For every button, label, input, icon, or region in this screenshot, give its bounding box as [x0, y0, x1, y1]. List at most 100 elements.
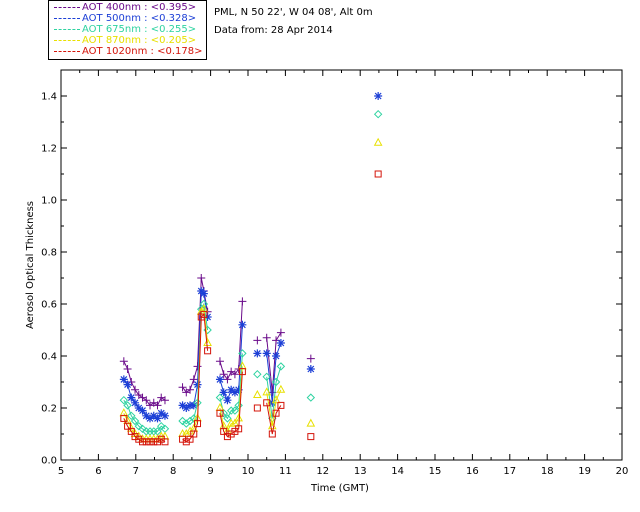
legend-label: AOT 1020nm : <0.178>: [82, 46, 203, 57]
y-tick-label: 0.6: [41, 300, 57, 311]
data-point-plus: [306, 354, 315, 363]
data-point-plus: [219, 370, 228, 379]
x-tick-label: 12: [316, 466, 329, 477]
legend-swatch: [54, 18, 80, 19]
data-point-plus: [119, 357, 128, 366]
data-point-plus: [223, 375, 232, 384]
data-point-square: [253, 404, 261, 412]
y-tick-label: 0.8: [41, 248, 57, 259]
legend-swatch: [54, 51, 80, 52]
data-point-triangle: [119, 408, 129, 417]
data-point-triangle: [253, 389, 262, 398]
x-axis-label: Time (GMT): [310, 483, 369, 494]
data-point-plus: [178, 383, 187, 392]
legend-label: AOT 400nm : <0.395>: [82, 2, 197, 13]
y-tick-label: 1.4: [41, 92, 57, 103]
data-point-plus: [238, 297, 247, 306]
x-tick-label: 14: [391, 466, 404, 477]
legend-item-400nm: AOT 400nm : <0.395>: [49, 2, 206, 13]
legend-item-1020nm: AOT 1020nm : <0.178>: [49, 46, 206, 57]
series-line: [182, 313, 209, 443]
data-point-diamond: [276, 362, 286, 371]
legend-swatch: [54, 7, 80, 8]
series-0: [119, 274, 315, 410]
x-tick-label: 8: [170, 466, 176, 477]
data-point-diamond: [253, 369, 262, 379]
x-tick-label: 15: [429, 466, 442, 477]
legend-swatch: [54, 29, 80, 30]
y-tick-label: 1.0: [41, 196, 57, 207]
data-point-triangle: [276, 384, 286, 393]
x-tick-label: 17: [503, 466, 516, 477]
plot-frame: [60, 69, 623, 461]
data-point-plus: [131, 385, 140, 394]
data-point-asterisk: [223, 396, 232, 405]
legend: AOT 400nm : <0.395> AOT 500nm : <0.328> …: [48, 0, 207, 60]
data-point-asterisk: [253, 349, 262, 358]
y-tick-label: 0.4: [41, 352, 57, 363]
legend-label: AOT 675nm : <0.255>: [82, 24, 197, 35]
data-point-plus: [215, 357, 224, 366]
legend-label: AOT 500nm : <0.328>: [82, 13, 197, 24]
data-point-square: [277, 401, 285, 409]
data-point-asterisk: [131, 398, 140, 407]
series-2: [119, 109, 383, 436]
data-point-plus: [253, 336, 262, 345]
series-3: [119, 137, 383, 443]
legend-swatch: [54, 40, 80, 41]
data-point-asterisk: [215, 375, 224, 384]
data-point-asterisk: [138, 406, 147, 415]
aot-chart: 5 6 7 8 9 10 11 12 13 14 15 16 17 18 19 20 0.0 0.2 0.4 0.6 0…: [25, 69, 629, 494]
x-tick-label: 16: [466, 466, 479, 477]
data-point-asterisk: [272, 352, 281, 360]
data-point-plus: [123, 365, 132, 373]
data-point-asterisk: [199, 289, 208, 298]
data-point-asterisk: [153, 414, 162, 423]
data-point-triangle: [306, 418, 316, 427]
data-point-diamond: [373, 109, 383, 119]
site-location: PML, N 50 22', W 04 08', Alt 0m: [214, 7, 373, 18]
data-point-square: [374, 170, 382, 178]
legend-item-675nm: AOT 675nm : <0.255>: [49, 24, 206, 35]
y-axis-label: Aerosol Optical Thickness: [25, 201, 36, 329]
legend-label: AOT 870nm : <0.205>: [82, 35, 197, 46]
data-point-asterisk: [193, 380, 202, 389]
x-tick-label: 7: [133, 466, 139, 477]
data-point-plus: [262, 333, 271, 342]
series-line: [182, 308, 209, 435]
x-tick-label: 6: [95, 466, 101, 477]
data-point-plus: [276, 328, 285, 337]
data-point-triangle: [373, 137, 383, 146]
x-tick-label: 20: [616, 466, 629, 477]
y-tick-label: 0.0: [41, 456, 57, 467]
data-point-asterisk: [127, 393, 136, 402]
x-tick-label: 11: [279, 466, 292, 477]
legend-item-870nm: AOT 870nm : <0.205>: [49, 35, 206, 46]
x-tick-label: 19: [578, 466, 591, 477]
data-date: Data from: 28 Apr 2014: [214, 25, 333, 36]
data-point-asterisk: [160, 411, 169, 420]
data-point-asterisk: [123, 380, 132, 389]
series-layer: [119, 92, 383, 446]
axes: 5 6 7 8 9 10 11 12 13 14 15 16 17 18 19 20 0.0 0.2 0.4 0.6 0…: [41, 69, 629, 477]
x-tick-label: 10: [242, 466, 255, 477]
series-4: [120, 170, 382, 446]
y-tick-label: 1.2: [41, 144, 57, 155]
legend-item-500nm: AOT 500nm : <0.328>: [49, 13, 206, 24]
series-1: [119, 92, 383, 423]
data-point-asterisk: [238, 320, 247, 329]
data-point-plus: [197, 274, 206, 282]
data-point-plus: [189, 375, 198, 384]
x-tick-label: 5: [58, 466, 64, 477]
x-tick-label: 18: [541, 466, 554, 477]
x-tick-label: 13: [354, 466, 367, 477]
data-point-asterisk: [374, 92, 383, 100]
data-point-diamond: [306, 393, 316, 402]
data-point-asterisk: [119, 375, 128, 384]
data-point-asterisk: [276, 339, 285, 347]
data-point-square: [307, 433, 315, 441]
y-tick-label: 0.2: [41, 404, 57, 415]
data-point-asterisk: [306, 365, 315, 373]
data-point-asterisk: [262, 349, 271, 358]
x-tick-label: 9: [207, 466, 213, 477]
